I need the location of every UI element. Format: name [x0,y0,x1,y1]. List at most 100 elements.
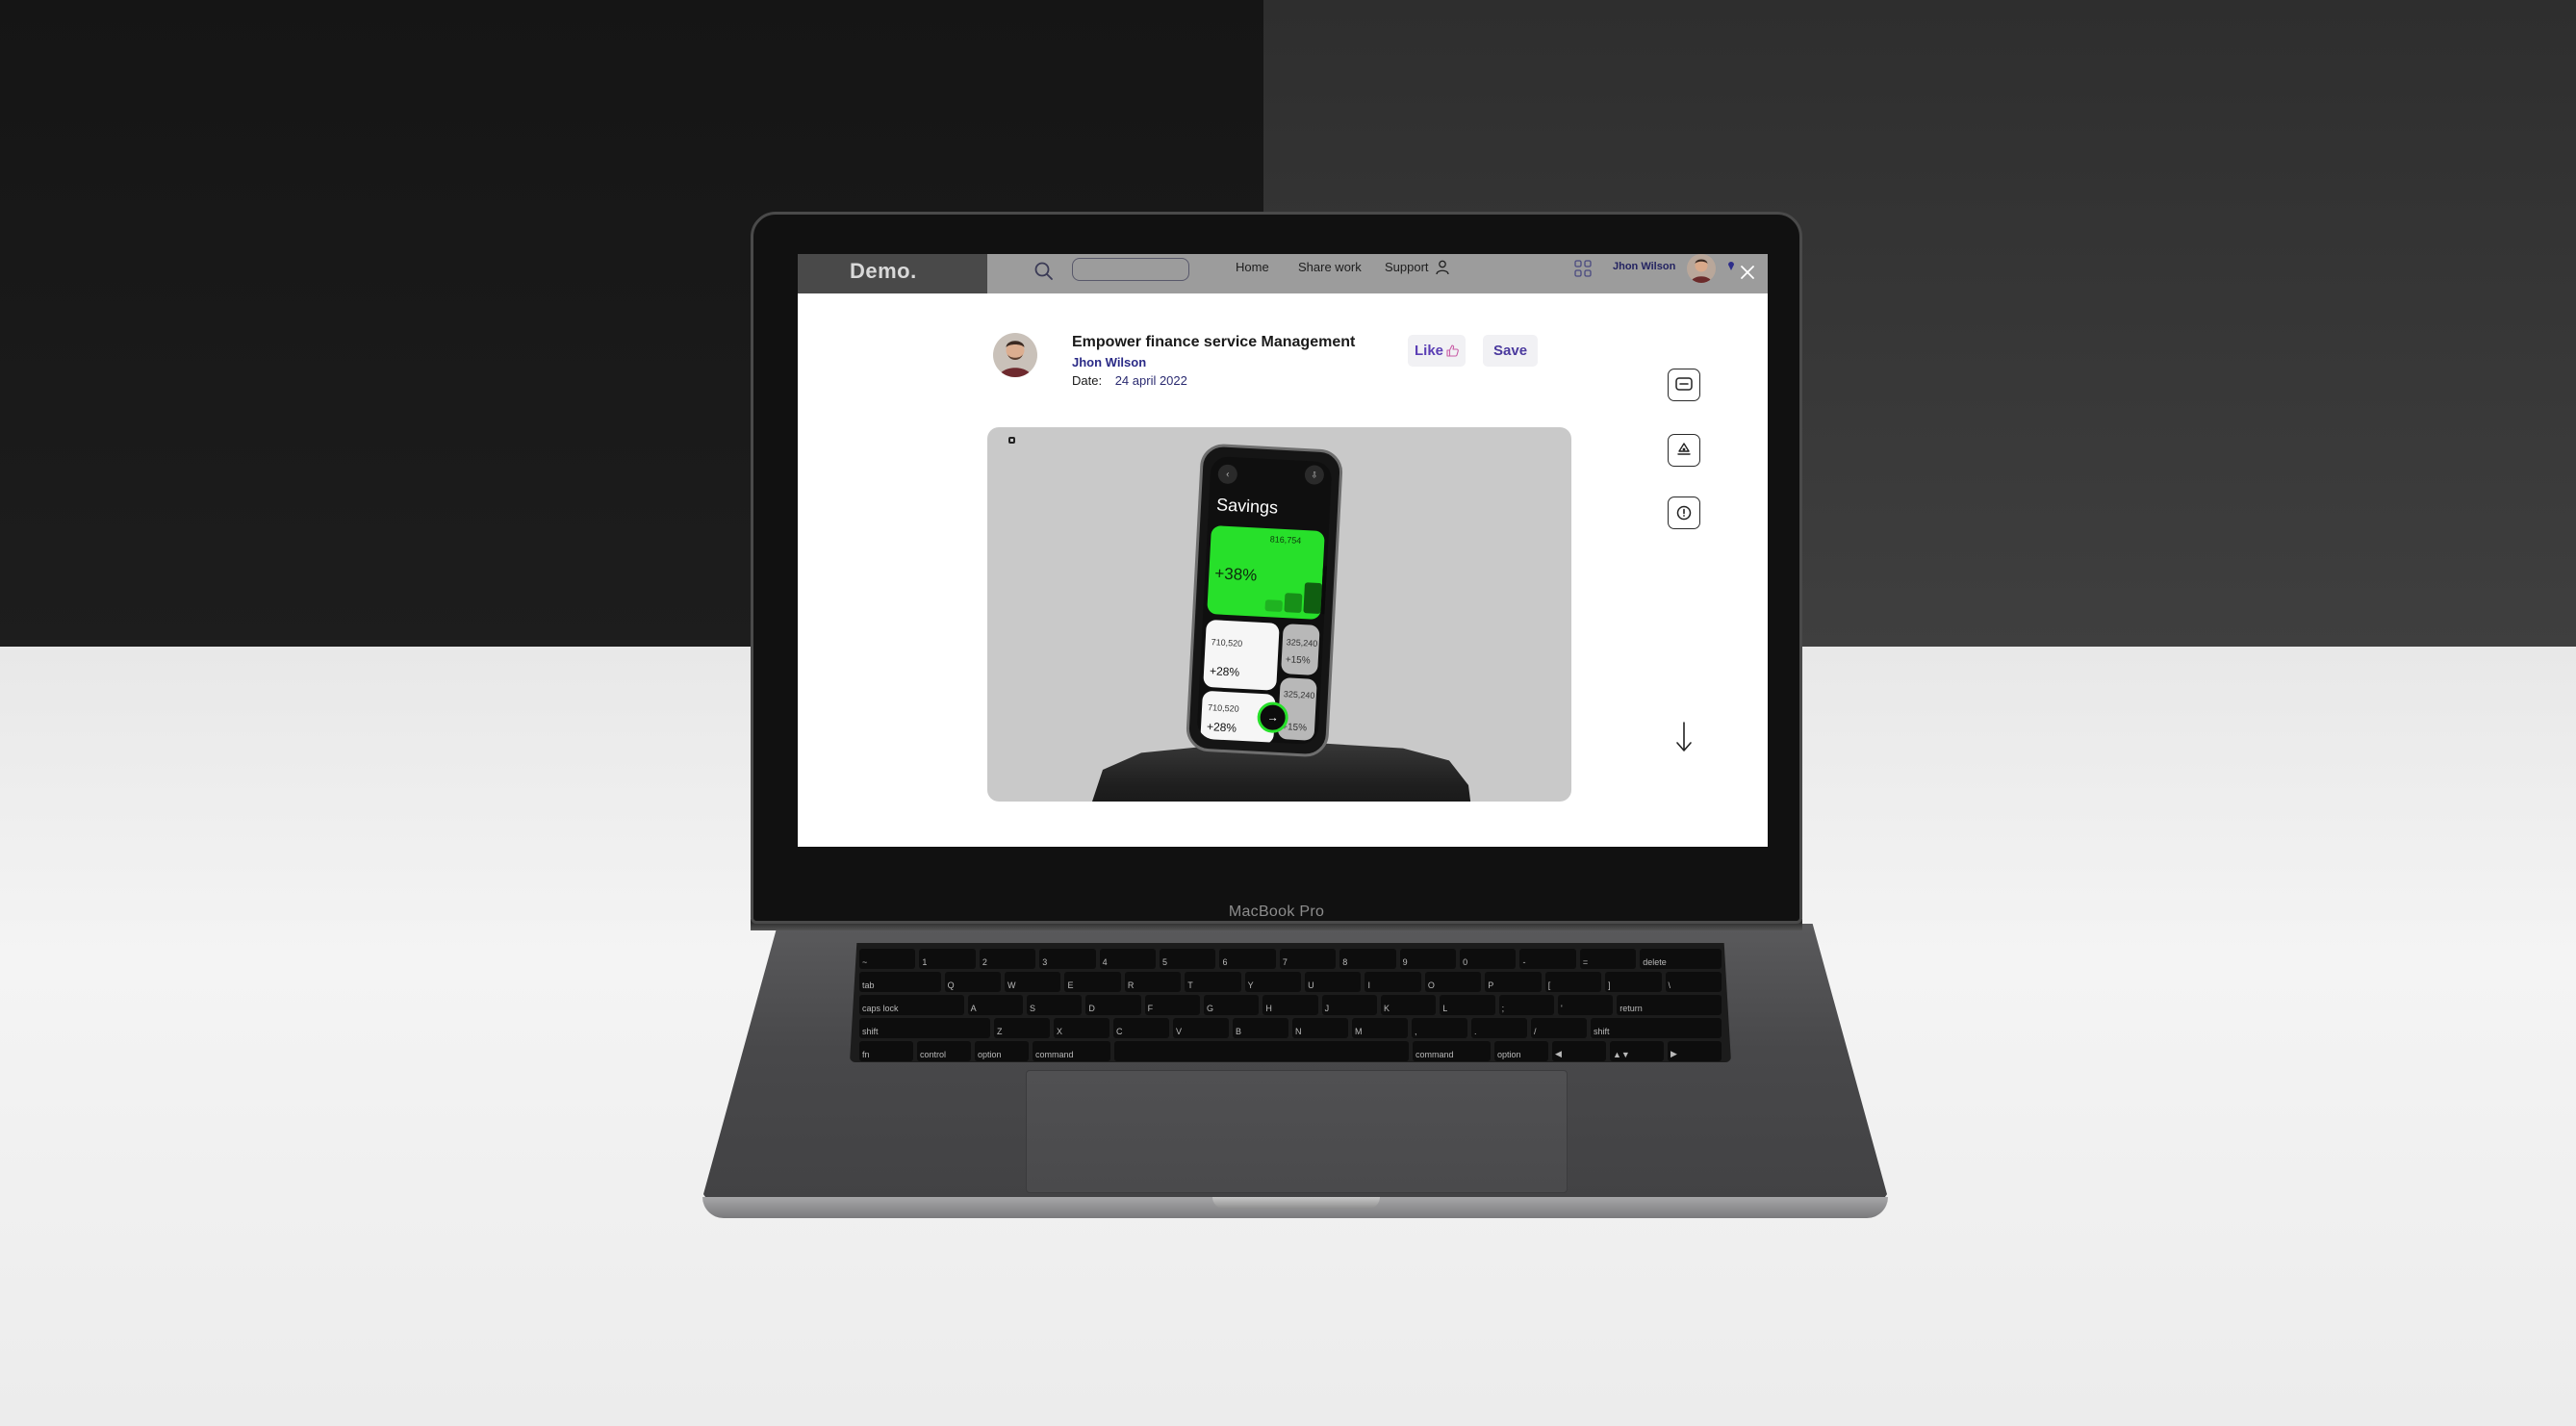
key: A [967,995,1023,1015]
key: ] [1605,972,1662,992]
key: / [1531,1018,1587,1038]
key: ~ [859,949,916,969]
key: 6 [1219,949,1276,969]
key-option: option [975,1041,1029,1061]
laptop-screen: Demo. Home Share work Support Jhon Wilso… [798,254,1768,847]
download-icon: ⇩ [1304,465,1325,486]
keyboard: ~ 1 2 3 4 5 6 7 8 9 0 - = delete tab Q W… [850,943,1731,1062]
key: M [1352,1018,1408,1038]
info-icon [1676,505,1692,521]
key: Q [944,972,1002,992]
apps-grid-icon[interactable] [1574,260,1592,277]
search-input[interactable] [1072,258,1189,281]
brand-block: Demo. [798,254,987,293]
key: O [1424,972,1482,992]
key: 7 [1279,949,1337,969]
grey-card-1: 325,240 +15% [1281,624,1320,675]
key: N [1292,1018,1348,1038]
phone-screen: ‹ ⇩ Savings 816,754 +38% 710,520 +28% 32… [1196,455,1333,746]
key: T [1185,972,1241,992]
key: - [1519,949,1576,969]
savings-bar [1303,582,1323,615]
key-arrow-left: ◀ [1552,1041,1606,1061]
recycle-icon [1677,443,1691,455]
key: R [1124,972,1182,992]
key: ' [1557,995,1614,1015]
key: I [1365,972,1421,992]
key: , [1412,1018,1467,1038]
back-icon: ‹ [1217,464,1238,485]
key: Y [1244,972,1302,992]
post-author-link[interactable]: Jhon Wilson [1072,355,1146,369]
post-title: Empower finance service Management [1072,334,1356,350]
key: 3 [1039,949,1096,969]
investment-amount: 710,520 [1211,637,1243,649]
nav-link-home[interactable]: Home [1236,260,1269,274]
info-button[interactable] [1668,497,1700,529]
laptop-opening-notch [1212,1197,1380,1209]
key: J [1321,995,1377,1015]
key: H [1262,995,1318,1015]
key: F [1144,995,1200,1015]
key: 1 [919,949,976,969]
author-avatar[interactable] [993,333,1037,377]
key-command: command [1033,1041,1110,1061]
close-icon[interactable] [1738,263,1757,282]
key: 8 [1339,949,1396,969]
key: Z [994,1018,1050,1038]
key: K [1380,995,1437,1015]
investment-change: +28% [1209,664,1240,679]
key: 2 [979,949,1036,969]
savings-card: 816,754 +38% [1207,525,1333,621]
key: ; [1498,995,1554,1015]
key-control: control [917,1041,971,1061]
key: B [1233,1018,1288,1038]
key: L [1440,995,1495,1015]
key: = [1579,949,1637,969]
save-button[interactable]: Save [1483,335,1539,367]
key: 9 [1399,949,1457,969]
share-button[interactable] [1668,434,1700,467]
key: E [1064,972,1121,992]
shot-preview-image[interactable]: ‹ ⇩ Savings 816,754 +38% 710,520 +28% 32… [987,427,1571,802]
phone-mockup: ‹ ⇩ Savings 816,754 +38% 710,520 +28% 32… [1185,443,1344,758]
key: 0 [1460,949,1517,969]
key: . [1471,1018,1527,1038]
grey-card-1-amount: 325,240 [1286,637,1318,649]
keyboard-row-5: fn control option command command option… [859,1041,1722,1061]
key: X [1054,1018,1109,1038]
brand-logo[interactable]: Demo. [850,259,917,284]
search-icon[interactable] [1033,261,1055,282]
key-shift-right: shift [1591,1018,1722,1038]
key-shift-left: shift [859,1018,990,1038]
arrow-down-icon[interactable] [1674,721,1694,753]
savings-balance: 816,754 [1269,534,1302,546]
keyboard-row-1: ~ 1 2 3 4 5 6 7 8 9 0 - = delete [859,949,1722,969]
like-button[interactable]: Like [1408,335,1467,367]
key-tab: tab [859,972,941,992]
notification-pin-icon[interactable] [1727,261,1735,270]
key-arrow-up-down: ▲▼ [1610,1041,1664,1061]
nav-link-support[interactable]: Support [1385,260,1429,274]
key: C [1113,1018,1169,1038]
key-caps-lock: caps lock [859,995,964,1015]
key: P [1485,972,1542,992]
comment-button[interactable] [1668,369,1700,401]
date-value: 24 april 2022 [1114,373,1187,388]
key-option: option [1494,1041,1548,1061]
nav-link-share-work[interactable]: Share work [1298,260,1362,274]
nav-username[interactable]: Jhon Wilson [1613,261,1675,272]
device-label: MacBook Pro [1228,904,1325,920]
key: \ [1665,972,1722,992]
savings-bar [1264,599,1284,612]
key: [ [1544,972,1602,992]
key-return: return [1617,995,1722,1015]
grey-card-1-change: +15% [1285,654,1311,667]
like-label: Like [1415,343,1444,359]
shot-detail-modal: Empower finance service Management Jhon … [798,293,1768,847]
nav-avatar[interactable] [1687,254,1716,283]
key-space [1114,1041,1409,1061]
user-icon [1436,260,1449,275]
keyboard-row-2: tab Q W E R T Y U I O P [ ] \ [859,972,1722,992]
key: U [1305,972,1362,992]
